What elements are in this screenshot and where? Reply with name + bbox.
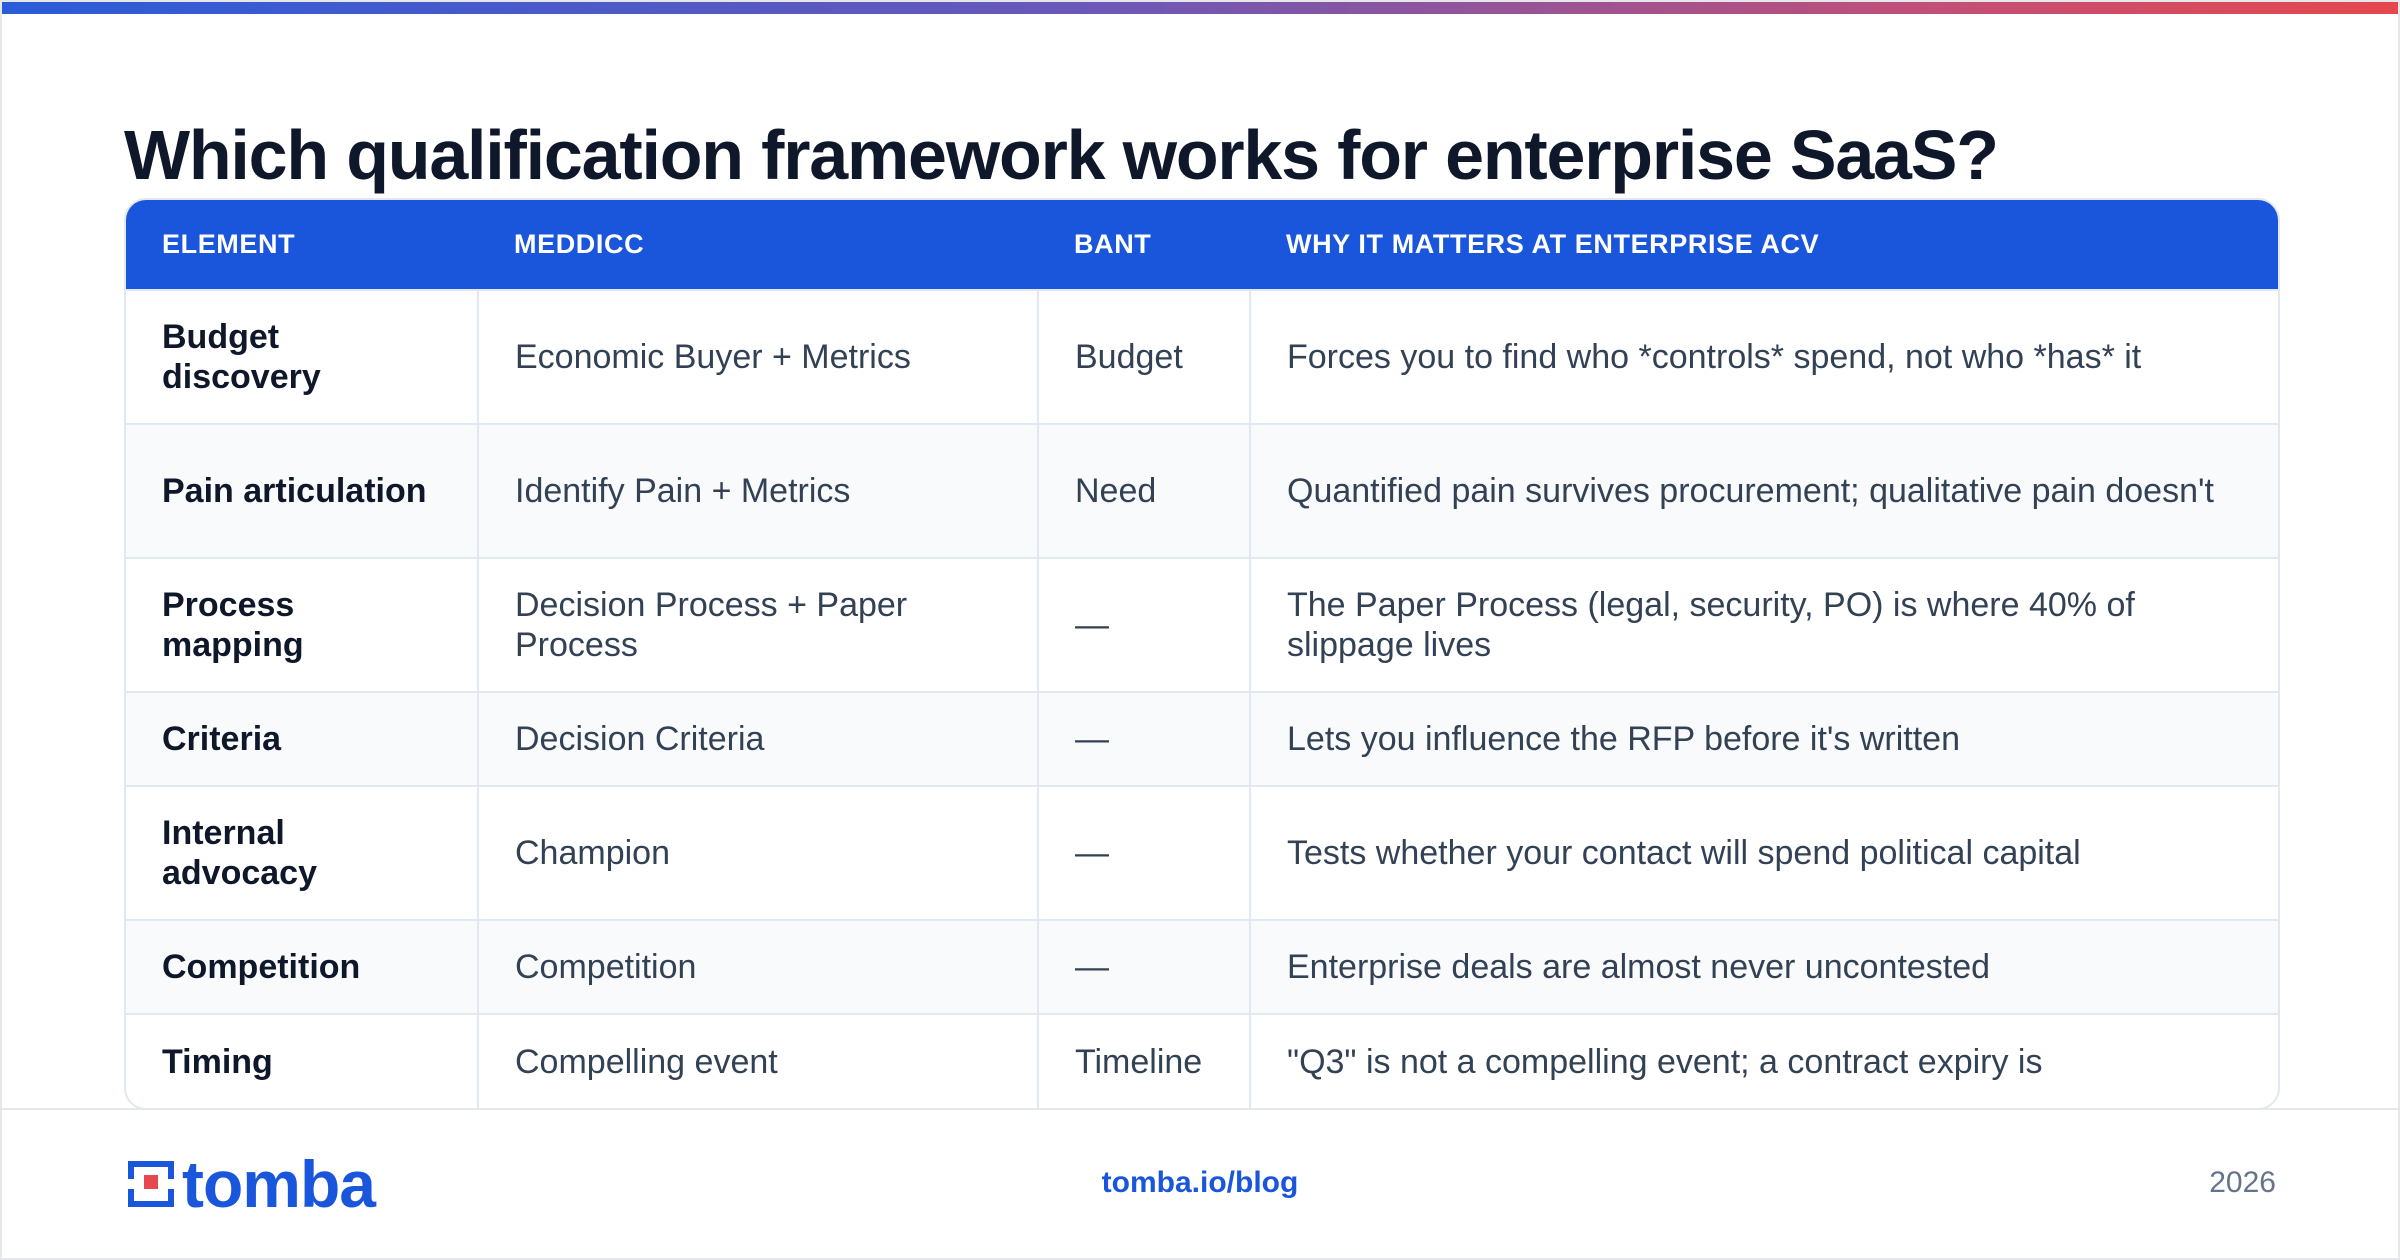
cell-element: Competition bbox=[126, 919, 478, 1014]
cell-why: Forces you to find who *controls* spend,… bbox=[1249, 289, 2278, 424]
cell-why: The Paper Process (legal, security, PO) … bbox=[1249, 557, 2278, 692]
cell-bant: — bbox=[1037, 785, 1250, 920]
comparison-table: ELEMENT MEDDICC BANT WHY IT MATTERS AT E… bbox=[124, 198, 2280, 1110]
cell-bant: — bbox=[1037, 919, 1250, 1014]
cell-meddicc: Decision Criteria bbox=[477, 691, 1038, 786]
table-header: ELEMENT MEDDICC BANT WHY IT MATTERS AT E… bbox=[126, 200, 2278, 290]
table-row: Pain articulation Identify Pain + Metric… bbox=[126, 423, 2278, 558]
footer-divider bbox=[2, 1108, 2398, 1110]
table-row: Timing Compelling event Timeline "Q3" is… bbox=[126, 1013, 2278, 1108]
cell-element: Budget discovery bbox=[126, 289, 478, 424]
cell-element: Internal advocacy bbox=[126, 785, 478, 920]
cell-why: Enterprise deals are almost never uncont… bbox=[1249, 919, 2278, 1014]
cell-meddicc: Identify Pain + Metrics bbox=[477, 423, 1038, 558]
cell-meddicc: Compelling event bbox=[477, 1013, 1038, 1108]
blog-link[interactable]: tomba.io/blog bbox=[2, 1166, 2398, 1200]
column-header-bant: BANT bbox=[1074, 229, 1152, 259]
cell-bant: — bbox=[1037, 557, 1250, 692]
page: Which qualification framework works for … bbox=[0, 0, 2400, 1260]
cell-why: Lets you influence the RFP before it's w… bbox=[1249, 691, 2278, 786]
cell-element: Timing bbox=[126, 1013, 478, 1108]
column-header-why: WHY IT MATTERS AT ENTERPRISE ACV bbox=[1286, 229, 1820, 259]
framework-table: ELEMENT MEDDICC BANT WHY IT MATTERS AT E… bbox=[126, 200, 2278, 1108]
cell-bant: Need bbox=[1037, 423, 1250, 558]
cell-element: Process mapping bbox=[126, 557, 478, 692]
table-row: Criteria Decision Criteria — Lets you in… bbox=[126, 691, 2278, 786]
cell-bant: Timeline bbox=[1037, 1013, 1250, 1108]
cell-why: Tests whether your contact will spend po… bbox=[1249, 785, 2278, 920]
cell-why: Quantified pain survives procurement; qu… bbox=[1249, 423, 2278, 558]
cell-why: "Q3" is not a compelling event; a contra… bbox=[1249, 1013, 2278, 1108]
table-row: Internal advocacy Champion — Tests wheth… bbox=[126, 785, 2278, 920]
table-header-row: ELEMENT MEDDICC BANT WHY IT MATTERS AT E… bbox=[126, 200, 2278, 290]
top-gradient-bar bbox=[2, 2, 2398, 14]
cell-bant: — bbox=[1037, 691, 1250, 786]
table-row: Competition Competition — Enterprise dea… bbox=[126, 919, 2278, 1014]
column-header-meddicc: MEDDICC bbox=[514, 229, 645, 259]
cell-element: Pain articulation bbox=[126, 423, 478, 558]
footer-year: 2026 bbox=[2209, 1166, 2276, 1199]
column-header-element: ELEMENT bbox=[162, 229, 296, 259]
cell-meddicc: Decision Process + Paper Process bbox=[477, 557, 1038, 692]
page-title: Which qualification framework works for … bbox=[124, 116, 1999, 194]
cell-element: Criteria bbox=[126, 691, 478, 786]
cell-bant: Budget bbox=[1037, 289, 1250, 424]
cell-meddicc: Competition bbox=[477, 919, 1038, 1014]
table-row: Budget discovery Economic Buyer + Metric… bbox=[126, 289, 2278, 424]
cell-meddicc: Champion bbox=[477, 785, 1038, 920]
cell-meddicc: Economic Buyer + Metrics bbox=[477, 289, 1038, 424]
table-row: Process mapping Decision Process + Paper… bbox=[126, 557, 2278, 692]
table-body: Budget discovery Economic Buyer + Metric… bbox=[126, 289, 2278, 1108]
